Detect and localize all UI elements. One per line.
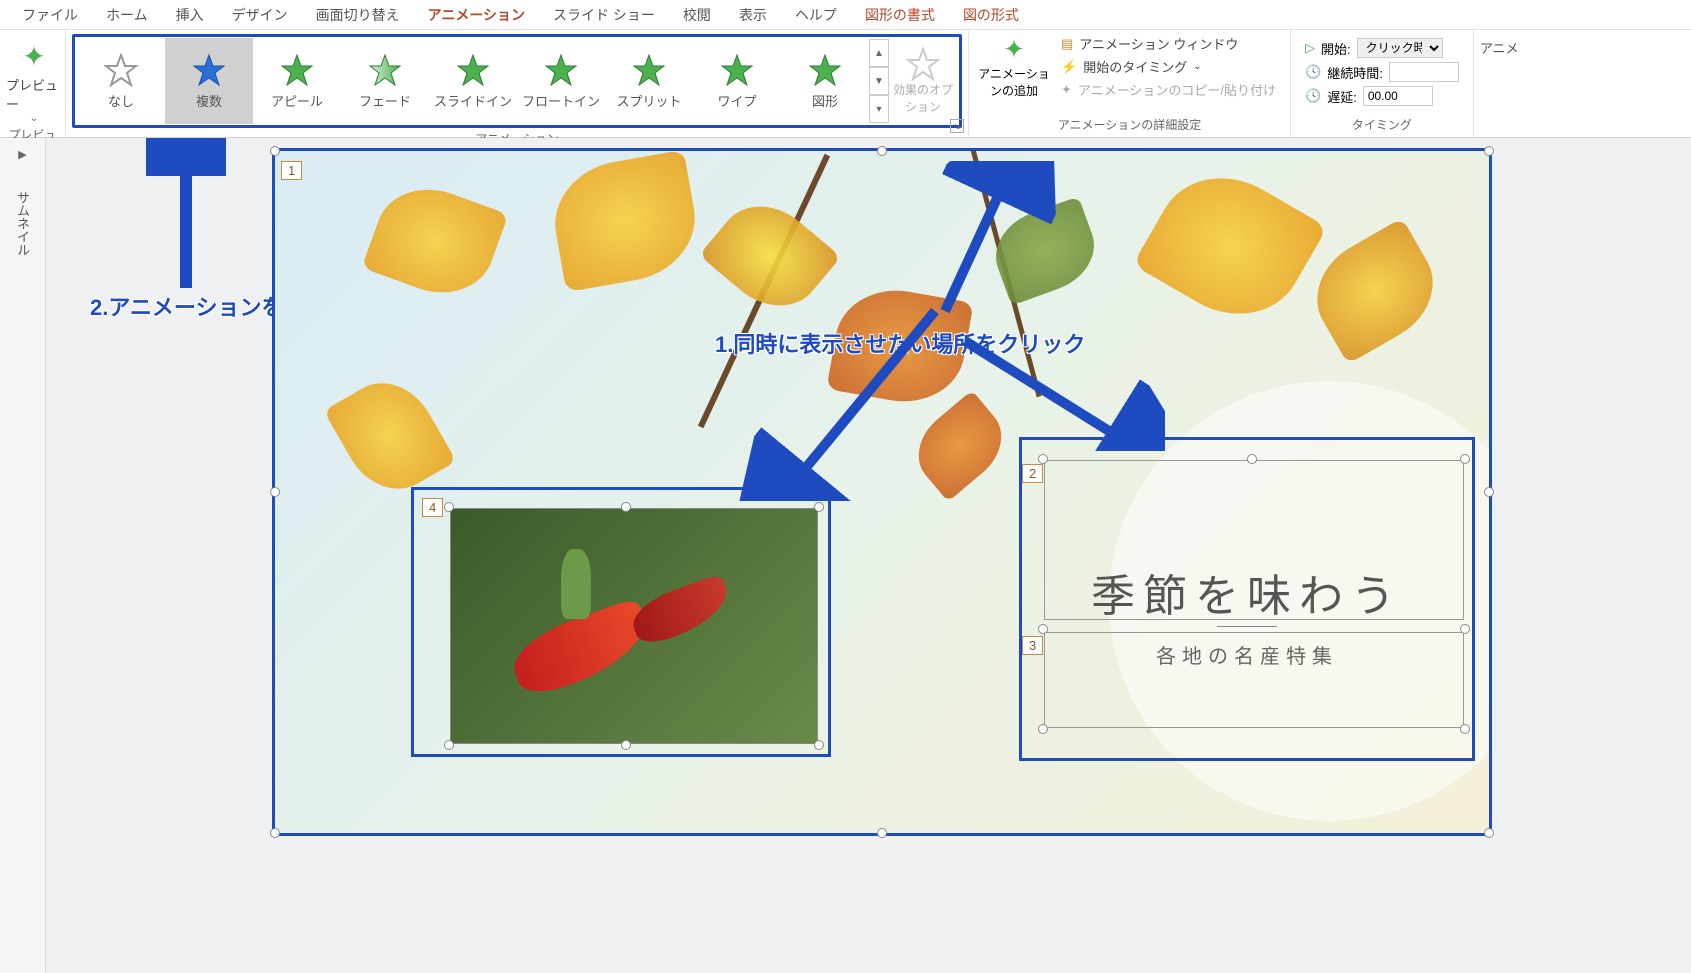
group-label-timing: タイミング bbox=[1297, 114, 1467, 135]
effect-options: 効果のオプション bbox=[889, 39, 957, 123]
gallery-scroll[interactable]: ▲▼▾ bbox=[869, 39, 889, 123]
animation-pane-button[interactable]: ▤アニメーション ウィンドウ bbox=[1061, 34, 1276, 53]
arrow-2 bbox=[146, 138, 226, 298]
painter-icon: ✦ bbox=[1061, 82, 1072, 98]
group-label-advanced: アニメーションの詳細設定 bbox=[975, 114, 1284, 135]
animation-gallery[interactable]: なし 複数 アピール フェード スライドイン フロートイン スプリット ワイプ … bbox=[77, 39, 869, 123]
anim-shape[interactable]: 図形 bbox=[781, 38, 869, 124]
tab-bar: ファイル ホーム 挿入 デザイン 画面切り替え アニメーション スライド ショー… bbox=[0, 0, 1691, 30]
pepper-photo bbox=[450, 508, 818, 744]
gallery-down[interactable]: ▼ bbox=[869, 67, 889, 95]
tab-picture-format[interactable]: 図の形式 bbox=[949, 0, 1033, 31]
selected-text-objects[interactable]: 2 季節を味わう 3 各地の名産特集 bbox=[1019, 437, 1475, 761]
chevron-right-icon[interactable]: ▶ bbox=[18, 148, 26, 161]
tab-view[interactable]: 表示 bbox=[725, 0, 781, 31]
slide-subtitle[interactable]: 各地の名産特集 bbox=[1022, 640, 1472, 669]
tab-review[interactable]: 校閲 bbox=[669, 0, 725, 31]
workspace: ▶ サムネイル 2.アニメーションを選択してクリック 1 bbox=[0, 138, 1691, 973]
anim-fade[interactable]: フェード bbox=[341, 38, 429, 124]
tab-transitions[interactable]: 画面切り替え bbox=[302, 0, 414, 31]
delay-label: 遅延: bbox=[1327, 87, 1357, 106]
duration-input[interactable] bbox=[1389, 62, 1459, 82]
anim-floatin[interactable]: フロートイン bbox=[517, 38, 605, 124]
star-icon: ✦ bbox=[22, 40, 45, 73]
selected-image-object[interactable]: 4 bbox=[411, 487, 831, 757]
play-icon: ▷ bbox=[1305, 40, 1315, 56]
duration-label: 継続時間: bbox=[1327, 63, 1383, 82]
anim-tag-4[interactable]: 4 bbox=[422, 498, 443, 517]
ribbon: ✦ プレビュー ⌄ プレビュー なし 複数 アピール フェード スライドイン フ… bbox=[0, 30, 1691, 138]
star-plus-icon: ✦ bbox=[1003, 34, 1025, 65]
preview-button[interactable]: ✦ プレビュー ⌄ bbox=[6, 34, 62, 124]
reorder-label: アニメ bbox=[1480, 38, 1519, 57]
anim-none[interactable]: なし bbox=[77, 38, 165, 124]
trigger-button[interactable]: ⚡開始のタイミング⌄ bbox=[1061, 57, 1276, 76]
slide-editor[interactable]: 2.アニメーションを選択してクリック 1 bbox=[46, 138, 1691, 973]
trigger-icon: ⚡ bbox=[1061, 59, 1077, 75]
tab-slideshow[interactable]: スライド ショー bbox=[539, 0, 669, 31]
pane-icon: ▤ bbox=[1061, 36, 1073, 52]
animation-gallery-highlight: なし 複数 アピール フェード スライドイン フロートイン スプリット ワイプ … bbox=[72, 34, 962, 128]
delay-icon: 🕓 bbox=[1305, 88, 1321, 104]
tab-help[interactable]: ヘルプ bbox=[781, 0, 851, 31]
start-label: 開始: bbox=[1321, 39, 1351, 58]
add-animation-button[interactable]: ✦ アニメーションの追加 bbox=[975, 34, 1053, 99]
preview-label: プレビュー bbox=[6, 75, 62, 113]
tab-file[interactable]: ファイル bbox=[8, 0, 92, 31]
gallery-more[interactable]: ▾ bbox=[869, 95, 889, 123]
tab-home[interactable]: ホーム bbox=[92, 0, 162, 31]
animation-painter-button[interactable]: ✦アニメーションのコピー/貼り付け bbox=[1061, 80, 1276, 99]
slide-title[interactable]: 季節を味わう bbox=[1022, 560, 1472, 624]
start-select[interactable]: クリック時 bbox=[1357, 38, 1443, 58]
anim-appear[interactable]: アピール bbox=[253, 38, 341, 124]
arrow-1b bbox=[905, 161, 1165, 451]
thumbnail-label: サムネイル bbox=[13, 191, 32, 256]
anim-wipe[interactable]: ワイプ bbox=[693, 38, 781, 124]
clock-icon: 🕓 bbox=[1305, 64, 1321, 80]
gallery-up[interactable]: ▲ bbox=[869, 39, 889, 67]
tab-design[interactable]: デザイン bbox=[218, 0, 302, 31]
tab-animations[interactable]: アニメーション bbox=[414, 0, 539, 31]
anim-tag-1[interactable]: 1 bbox=[281, 161, 302, 180]
delay-input[interactable] bbox=[1363, 86, 1433, 106]
thumbnail-pane[interactable]: ▶ サムネイル bbox=[0, 138, 46, 973]
slide-canvas[interactable]: 1 4 2 季節を味わう bbox=[272, 148, 1492, 836]
anim-flyin[interactable]: スライドイン bbox=[429, 38, 517, 124]
tab-shape-format[interactable]: 図形の書式 bbox=[851, 0, 949, 31]
dialog-launcher-animation[interactable]: ↘ bbox=[950, 119, 964, 133]
anim-multiple[interactable]: 複数 bbox=[165, 38, 253, 124]
anim-split[interactable]: スプリット bbox=[605, 38, 693, 124]
tab-insert[interactable]: 挿入 bbox=[162, 0, 218, 31]
